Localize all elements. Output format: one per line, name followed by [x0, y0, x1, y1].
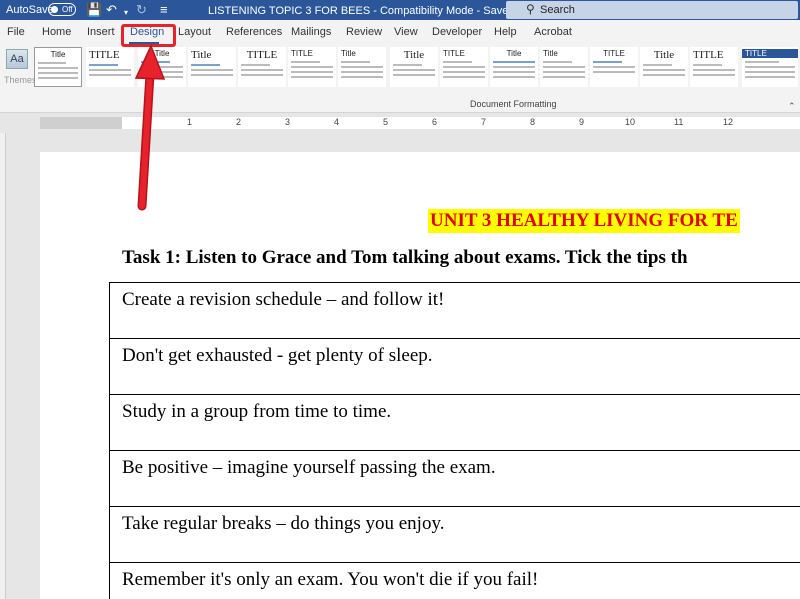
style-set-thumbnail[interactable]: TITLE [440, 47, 488, 87]
style-set-thumbnail[interactable]: Title [640, 47, 688, 87]
undo-dropdown-icon[interactable]: ▾ [124, 5, 128, 20]
document-formatting-group-label: Document Formatting [470, 99, 557, 109]
save-icon[interactable]: 💾 [86, 2, 102, 17]
themes-button[interactable]: Aa Themes [4, 49, 37, 103]
style-set-thumbnail[interactable]: Title [338, 47, 386, 87]
table-cell-text: Study in a group from time to time. [122, 401, 392, 422]
horizontal-ruler[interactable]: 1 2 3 4 5 6 7 8 9 10 11 12 [0, 113, 800, 133]
search-placeholder: Search [540, 4, 575, 16]
table-cell-text: Take regular breaks – do things you enjo… [122, 513, 445, 534]
table-cell-text: Create a revision schedule – and follow … [122, 289, 445, 310]
themes-icon: Aa [6, 49, 28, 69]
table-row[interactable]: Don't get exhausted - get plenty of slee… [110, 339, 800, 395]
tab-references[interactable]: References [226, 26, 282, 38]
tips-table[interactable]: Create a revision schedule – and follow … [109, 282, 800, 599]
autosave-label: AutoSave [6, 4, 54, 16]
style-set-thumbnail[interactable]: TITLE [238, 47, 286, 87]
task-instruction[interactable]: Task 1: Listen to Grace and Tom talking … [122, 247, 688, 269]
style-set-thumbnail[interactable]: Title [390, 47, 438, 87]
tab-help[interactable]: Help [494, 26, 517, 38]
style-set-thumbnail[interactable]: Title [188, 47, 236, 87]
tab-insert[interactable]: Insert [87, 26, 115, 38]
tab-review[interactable]: Review [346, 26, 382, 38]
style-set-thumbnail[interactable]: TITLE [690, 47, 738, 87]
collapse-ribbon-icon[interactable]: ⌃ [788, 101, 796, 112]
style-set-thumbnail[interactable]: TITLE [742, 47, 798, 87]
tab-file[interactable]: File [7, 26, 25, 38]
ribbon-design: Aa Themes Title TITLE Title Title TITLE … [0, 45, 800, 113]
search-icon: ⚲ [526, 2, 535, 16]
redo-icon[interactable]: ↻ [136, 2, 147, 17]
tab-view[interactable]: View [394, 26, 418, 38]
vertical-ruler[interactable] [0, 133, 6, 599]
tab-home[interactable]: Home [42, 26, 71, 38]
tab-layout[interactable]: Layout [178, 26, 211, 38]
tab-acrobat[interactable]: Acrobat [534, 26, 572, 38]
style-set-thumbnail[interactable]: Title [34, 47, 82, 87]
table-row[interactable]: Remember it's only an exam. You won't di… [110, 563, 800, 599]
document-heading[interactable]: UNIT 3 HEALTHY LIVING FOR TE [428, 209, 740, 233]
style-set-thumbnail[interactable]: TITLE [288, 47, 336, 87]
style-set-thumbnail[interactable]: Title [490, 47, 538, 87]
title-bar: AutoSave Off 💾 ↶ ▾ ↻ ≡ LISTENING TOPIC 3… [0, 0, 800, 20]
style-set-thumbnail[interactable]: Title [540, 47, 588, 87]
annotation-arrow-icon [134, 44, 166, 211]
undo-icon[interactable]: ↶ [106, 2, 117, 17]
tab-developer[interactable]: Developer [432, 26, 482, 38]
table-cell-text: Remember it's only an exam. You won't di… [122, 569, 539, 590]
search-box[interactable]: ⚲ Search [506, 1, 798, 19]
table-row[interactable]: Take regular breaks – do things you enjo… [110, 507, 800, 563]
table-row[interactable]: Be positive – imagine yourself passing t… [110, 451, 800, 507]
autosave-toggle[interactable]: Off [48, 3, 76, 16]
quick-access-more-icon[interactable]: ≡ [160, 2, 168, 17]
table-row[interactable]: Create a revision schedule – and follow … [110, 283, 800, 339]
style-set-thumbnail[interactable]: TITLE [86, 47, 134, 87]
ribbon-tabs: File Home Insert Design Layout Reference… [0, 20, 800, 45]
style-set-thumbnail[interactable]: TITLE [590, 47, 638, 87]
table-cell-text: Be positive – imagine yourself passing t… [122, 457, 496, 478]
tab-mailings[interactable]: Mailings [291, 26, 331, 38]
table-cell-text: Don't get exhausted - get plenty of slee… [122, 345, 433, 366]
themes-label: Themes [4, 75, 37, 85]
table-row[interactable]: Study in a group from time to time. [110, 395, 800, 451]
